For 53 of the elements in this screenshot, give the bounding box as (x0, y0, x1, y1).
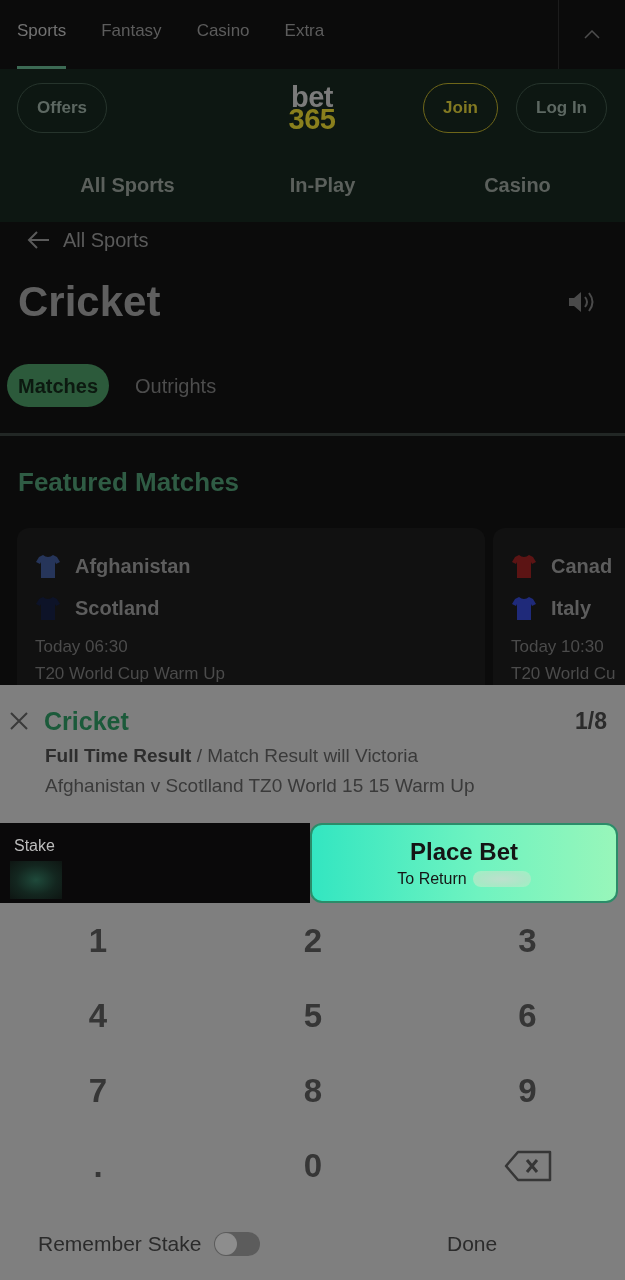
team-name: Scotland (75, 596, 160, 620)
page-title: Cricket (18, 277, 161, 327)
toggle-switch[interactable] (214, 1232, 261, 1256)
match-time: Today 10:30 (511, 636, 605, 658)
remember-stake-label: Remember Stake (38, 1231, 202, 1258)
nav-link[interactable]: In-Play (289, 169, 356, 200)
filter-tab[interactable]: Outrights (124, 364, 228, 407)
chevron-up-icon[interactable] (584, 30, 600, 39)
match-card[interactable]: Afghanistan Scotland Today 06:30 T20 World Cup Warm Up (17, 528, 485, 685)
place-bet-button[interactable]: Place Bet To Return (310, 823, 618, 903)
team-name: Canad (551, 554, 613, 578)
stake-label: Stake (13, 836, 55, 856)
section-heading: Featured Matches (17, 467, 241, 497)
nav-link[interactable]: Casino (484, 169, 551, 200)
competition-name: T20 World Cu (511, 664, 617, 684)
keypad-key[interactable]: 9 (495, 1062, 560, 1119)
login-button[interactable]: Log In (516, 83, 607, 133)
match-card[interactable]: Canad Italy Today 10:30 T20 World Cu (493, 528, 625, 685)
logo-text: 365 (288, 108, 336, 130)
keypad-key[interactable]: 3 (495, 912, 560, 969)
keypad-key[interactable]: . (66, 1137, 130, 1194)
done-button[interactable]: Done (447, 1228, 498, 1260)
blurred-amount (472, 871, 531, 887)
keypad-key[interactable]: 0 (281, 1137, 345, 1194)
keypad-key[interactable]: 4 (66, 987, 130, 1044)
section-tab[interactable]: Fantasy (101, 13, 162, 69)
logo-text: bet (291, 86, 333, 108)
close-icon[interactable] (10, 712, 28, 730)
join-button[interactable]: Join (423, 83, 498, 133)
stake-input-field[interactable] (10, 861, 62, 899)
match-time: Today 06:30 (35, 636, 129, 658)
section-tab[interactable]: Extra (284, 13, 325, 69)
offers-button[interactable]: Offers (17, 83, 108, 133)
bet-sport: Cricket (44, 706, 129, 736)
team-name: Afghanistan (75, 554, 191, 578)
keypad-key[interactable]: 5 (281, 987, 345, 1044)
event-text: Afghanistan v Scotlland TZ0 World 15 15 Warm Up (44, 774, 476, 798)
back-link[interactable]: All Sports (27, 225, 149, 255)
arrow-left-icon (27, 230, 50, 250)
bet-counter: 1/8 (575, 706, 607, 736)
filter-tab[interactable]: Matches (7, 364, 110, 407)
keypad-key[interactable]: 1 (66, 912, 130, 969)
nav-link[interactable]: All Sports (80, 169, 175, 200)
keypad-key[interactable]: 8 (281, 1062, 345, 1119)
keypad-key[interactable]: 6 (495, 987, 560, 1044)
competition-name: T20 World Cup Warm Up (35, 664, 226, 684)
keypad-key[interactable]: 7 (66, 1062, 130, 1119)
team-name: Italy (551, 596, 592, 620)
backspace-icon (503, 1149, 552, 1182)
market-text: Full Time Result / Match Result will Victoria (44, 744, 420, 768)
speaker-icon[interactable] (568, 291, 596, 313)
keypad-key[interactable]: 2 (281, 912, 345, 969)
section-tab[interactable]: Casino (196, 13, 250, 69)
